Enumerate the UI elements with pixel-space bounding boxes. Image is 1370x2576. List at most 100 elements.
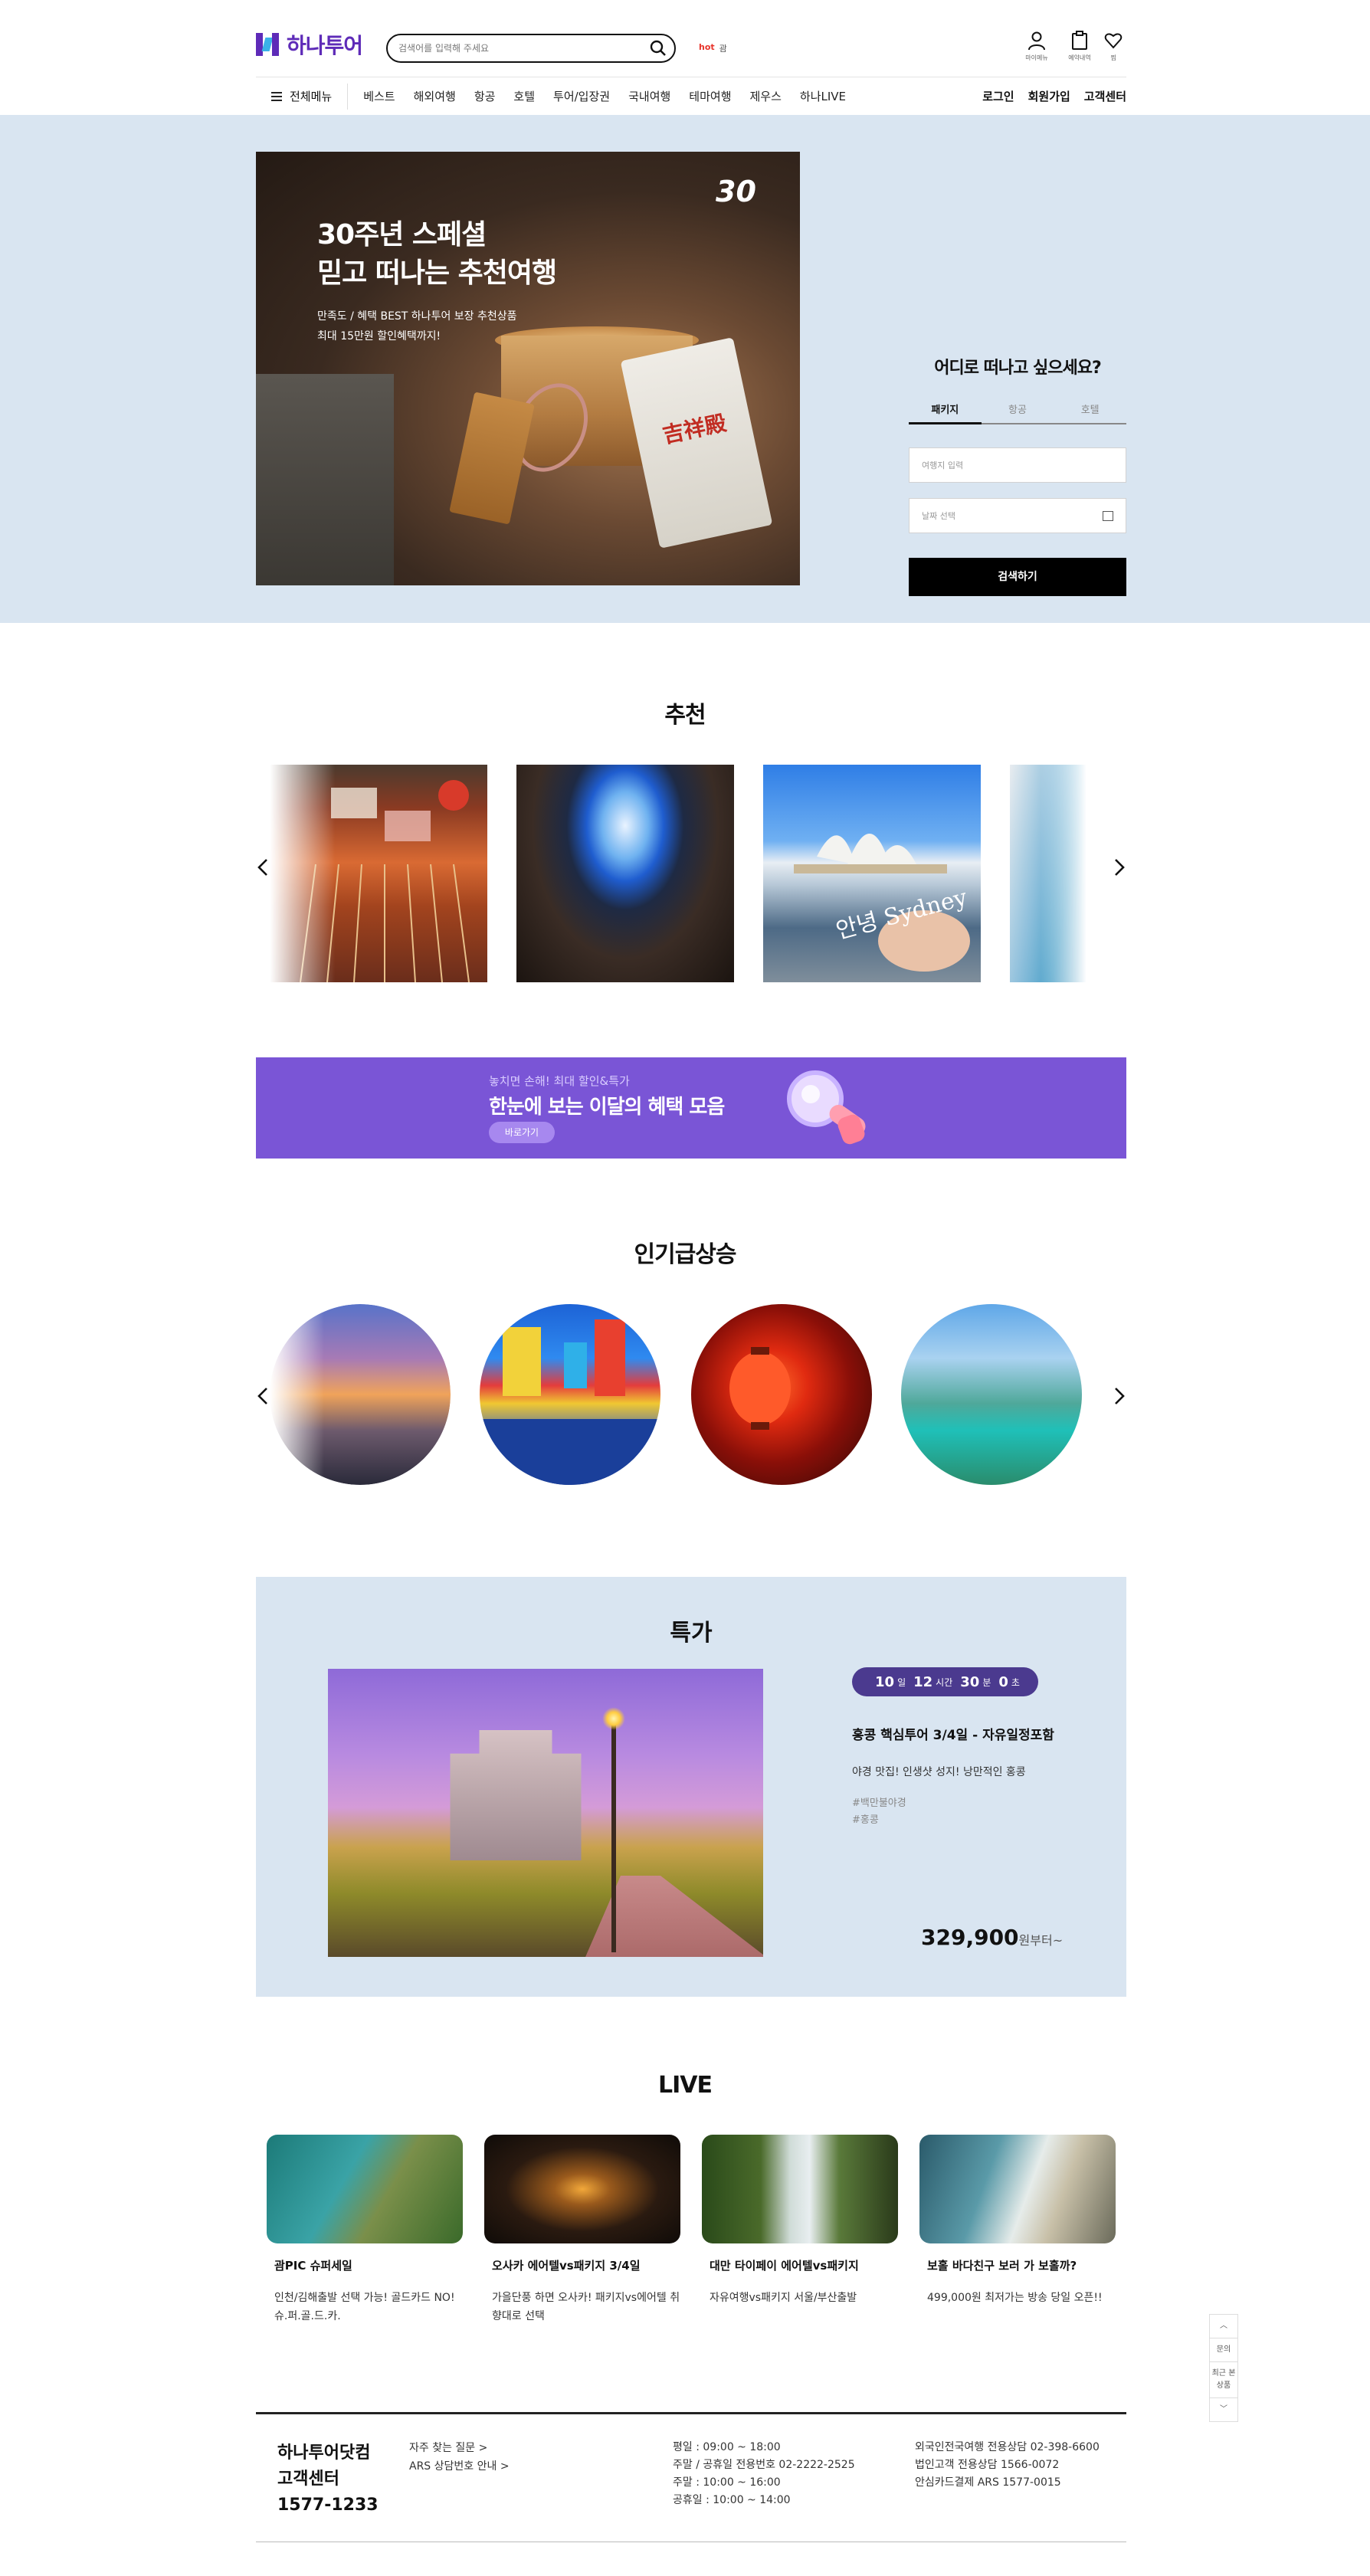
hero-section: 吉祥殿 30주년 스페셜 믿고 떠나는 추천여행 만족도 / 혜택 BEST 하…: [0, 115, 1370, 623]
calendar-icon: [1103, 511, 1113, 521]
banner-small-text: 놓치면 손해! 최대 할인&특가: [489, 1074, 630, 1088]
live-card[interactable]: 오사카 에어텔vs패키지 3/4일 가을단풍 하면 오사카! 패키지vs에어텔 …: [484, 2135, 680, 2325]
phone-line: 법인고객 전용상담 1566-0072: [915, 2459, 1060, 2471]
all-menu-label: 전체메뉴: [290, 90, 333, 103]
tab-package[interactable]: 패키지: [909, 401, 982, 424]
hot-keyword[interactable]: hot 괌: [699, 42, 727, 54]
ars-link[interactable]: ARS 상담번호 안내 >: [409, 2457, 510, 2476]
live-card-image: [267, 2135, 463, 2243]
stone-shape: [256, 374, 394, 585]
hero-sub-line1: 만족도 / 혜택 BEST 하나투어 보장 추천상품: [317, 310, 517, 323]
footer: 하나투어닷컴 고객센터 1577-1233 자주 찾는 질문 > ARS 상담번…: [256, 2412, 1126, 2542]
hero-subtitle: 만족도 / 혜택 BEST 하나투어 보장 추천상품 최대 15만원 할인혜택까…: [317, 306, 777, 346]
special-deal-image[interactable]: [328, 1669, 763, 1957]
gnb-item-overseas[interactable]: 해외여행: [414, 88, 456, 104]
gnb-items: 베스트 해외여행 항공 호텔 투어/입장권 국내여행 테마여행 제우스 하나LI…: [363, 88, 846, 104]
scroll-down-button[interactable]: ﹀: [1210, 2398, 1237, 2421]
all-menu-button[interactable]: 전체메뉴: [256, 83, 349, 110]
timer-hours-unit: 시간: [936, 1676, 953, 1688]
wishlist-button[interactable]: 찜: [1094, 31, 1132, 62]
live-card-desc: 인천/김해출발 선택 가능! 골드카드 NO! 슈.퍼.골.드.카.: [274, 2292, 455, 2322]
live-card[interactable]: 대만 타이페이 에어텔vs패키지 자유여행vs패키지 서울/부산출발: [702, 2135, 898, 2307]
search-input[interactable]: [398, 41, 636, 56]
destination-input[interactable]: 여행지 입력: [909, 447, 1126, 483]
price-value: 329,900: [921, 1925, 1019, 1950]
live-card-name: 대만 타이페이 에어텔vs패키지: [710, 2259, 859, 2273]
finder-tabs: 패키지 항공 호텔: [909, 401, 1126, 424]
signup-link[interactable]: 회원가입: [1028, 88, 1070, 104]
date-placeholder: 날짜 선택: [922, 511, 955, 521]
price-unit: 원부터~: [1018, 1933, 1064, 1948]
tab-air[interactable]: 항공: [982, 401, 1054, 423]
footer-customer-center: 하나투어닷컴 고객센터 1577-1233: [277, 2440, 379, 2519]
hamburger-icon: [271, 91, 282, 101]
path-shape: [581, 1876, 763, 1957]
login-link[interactable]: 로그인: [982, 88, 1014, 104]
chevron-right-icon: [1115, 1388, 1125, 1404]
hero-banner-image[interactable]: 吉祥殿 30주년 스페셜 믿고 떠나는 추천여행 만족도 / 혜택 BEST 하…: [256, 152, 800, 585]
live-card-image: [484, 2135, 680, 2243]
logo-text: 하나투어: [287, 33, 363, 58]
special-product-name[interactable]: 홍콩 핵심투어 3/4일 - 자유일정포함: [852, 1724, 1054, 1743]
recent-viewed-button[interactable]: 최근 본 상품: [1210, 2362, 1237, 2398]
gnb-item-live[interactable]: 하나LIVE: [800, 88, 846, 104]
side-quick-menu: ︿ 문의 최근 본 상품 ﹀: [1209, 2314, 1238, 2422]
popular-card[interactable]: [270, 1304, 451, 1485]
finder-title: 어디로 떠나고 싶으세요?: [934, 359, 1101, 378]
customer-center-link[interactable]: 고객센터: [1084, 88, 1126, 104]
promo-banner[interactable]: 놓치면 손해! 최대 할인&특가 한눈에 보는 이달의 혜택 모음 바로가기: [256, 1057, 1126, 1159]
hours-line: 공휴일 : 10:00 ~ 14:00: [673, 2494, 791, 2506]
user-icon: [1028, 31, 1045, 51]
live-card[interactable]: 보홀 바다친구 보러 가 보홀까? 499,000원 최저가는 방송 당일 오픈…: [919, 2135, 1116, 2307]
gnb-item-theme[interactable]: 테마여행: [689, 88, 731, 104]
recommend-card[interactable]: [1010, 765, 1086, 982]
popular-next-button[interactable]: [1103, 1381, 1134, 1411]
gnb-item-air[interactable]: 항공: [474, 88, 496, 104]
recommend-card[interactable]: 안녕 Sydney: [763, 765, 981, 982]
hot-word: 괌: [719, 44, 727, 54]
recommend-next-button[interactable]: [1103, 852, 1134, 883]
logo[interactable]: 하나투어: [256, 29, 363, 60]
banner-go-button[interactable]: 바로가기: [489, 1122, 555, 1143]
special-tag[interactable]: #홍콩: [852, 1811, 879, 1826]
popular-card[interactable]: [901, 1304, 1082, 1485]
live-card-desc: 499,000원 최저가는 방송 당일 오픈!!: [927, 2292, 1103, 2304]
gnb-item-hotel[interactable]: 호텔: [513, 88, 535, 104]
logo-mark-icon: [256, 31, 279, 57]
reservation-label: 예약내역: [1068, 54, 1091, 61]
tab-hotel[interactable]: 호텔: [1054, 401, 1126, 423]
hero-title-line2: 믿고 떠나는 추천여행: [317, 257, 557, 289]
live-card-name: 괌PIC 슈퍼세일: [274, 2259, 352, 2273]
special-tag[interactable]: #백만불야경: [852, 1794, 906, 1809]
search-button[interactable]: [650, 40, 667, 57]
hero-title-line1: 30주년 스페셜: [317, 219, 487, 251]
footer-cs-phone: 1577-1233: [277, 2496, 379, 2515]
popular-card[interactable]: [480, 1304, 660, 1485]
my-menu-button[interactable]: 마이메뉴: [1018, 31, 1056, 62]
search-icon: [650, 40, 666, 56]
recommend-card[interactable]: [516, 765, 734, 982]
sydney-opera-image: [794, 834, 970, 972]
recommend-card[interactable]: [270, 765, 487, 982]
footer-hours: 평일 : 09:00 ~ 18:00 주말 / 공휴일 전용번호 02-2222…: [673, 2439, 855, 2509]
live-card[interactable]: 괌PIC 슈퍼세일 인천/김해출발 선택 가능! 골드카드 NO! 슈.퍼.골.…: [267, 2135, 463, 2325]
osaka-dotonbori-image: [480, 1319, 660, 1485]
gnb-item-domestic[interactable]: 국내여행: [628, 88, 670, 104]
live-card-name: 오사카 에어텔vs패키지 3/4일: [492, 2259, 641, 2273]
scroll-up-button[interactable]: ︿: [1210, 2315, 1237, 2338]
gnb-item-zeus[interactable]: 제우스: [750, 88, 782, 104]
wishlist-label: 찜: [1110, 54, 1116, 61]
finder-search-button[interactable]: 검색하기: [909, 558, 1126, 596]
lanterns-image: [729, 1347, 791, 1430]
hours-line: 주말 : 10:00 ~ 16:00: [673, 2476, 781, 2489]
gnb-item-best[interactable]: 베스트: [363, 88, 395, 104]
special-product-desc: 야경 맛집! 인생샷 성지! 낭만적인 홍콩: [852, 1766, 1026, 1778]
popular-card[interactable]: [691, 1304, 872, 1485]
faq-link[interactable]: 자주 찾는 질문 >: [409, 2439, 510, 2457]
reservation-button[interactable]: 예약내역: [1060, 31, 1099, 62]
anniversary-badge: 30: [716, 175, 777, 221]
gnb-item-tour[interactable]: 투어/입장권: [553, 88, 610, 104]
date-select[interactable]: 날짜 선택: [909, 498, 1126, 533]
skewer-food-image: [300, 780, 470, 982]
inquiry-button[interactable]: 문의: [1210, 2338, 1237, 2362]
